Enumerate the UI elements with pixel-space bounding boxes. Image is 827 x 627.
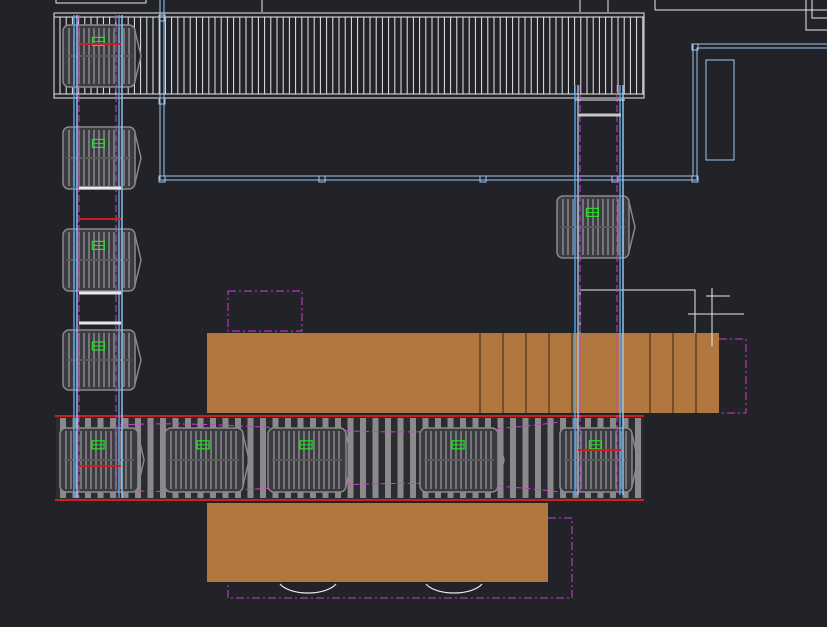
bottom-roller bbox=[347, 418, 354, 498]
cad-drawing-canvas[interactable] bbox=[0, 0, 827, 627]
vehicle[interactable] bbox=[164, 427, 250, 493]
bottom-roller bbox=[547, 418, 554, 498]
vehicle-nose bbox=[628, 201, 636, 253]
cad-viewport[interactable] bbox=[0, 0, 827, 627]
bottom-roller bbox=[372, 418, 379, 498]
top-roller-conveyor[interactable] bbox=[53, 12, 645, 99]
bottom-roller bbox=[260, 418, 266, 498]
bottom-roller bbox=[147, 418, 154, 498]
bottom-roller bbox=[397, 418, 404, 498]
vehicle-nose bbox=[134, 335, 142, 385]
bottom-roller bbox=[385, 418, 391, 498]
wall-node bbox=[318, 175, 326, 183]
bottom-roller bbox=[522, 418, 529, 498]
bottom-roller bbox=[410, 418, 416, 498]
bottom-roller bbox=[360, 418, 366, 498]
vehicle-nose bbox=[134, 234, 142, 286]
lower-wood-platform[interactable] bbox=[207, 503, 548, 582]
vehicle[interactable] bbox=[267, 427, 353, 493]
vehicle[interactable] bbox=[59, 427, 145, 493]
bottom-roller bbox=[510, 418, 516, 498]
vehicle[interactable] bbox=[559, 427, 639, 493]
vehicle-nose bbox=[134, 132, 142, 184]
bottom-roller bbox=[535, 418, 541, 498]
wall-node bbox=[479, 175, 487, 183]
wheel-arcs bbox=[279, 583, 483, 594]
vehicle[interactable] bbox=[419, 427, 505, 493]
upper-wood-platform[interactable] bbox=[207, 333, 719, 413]
